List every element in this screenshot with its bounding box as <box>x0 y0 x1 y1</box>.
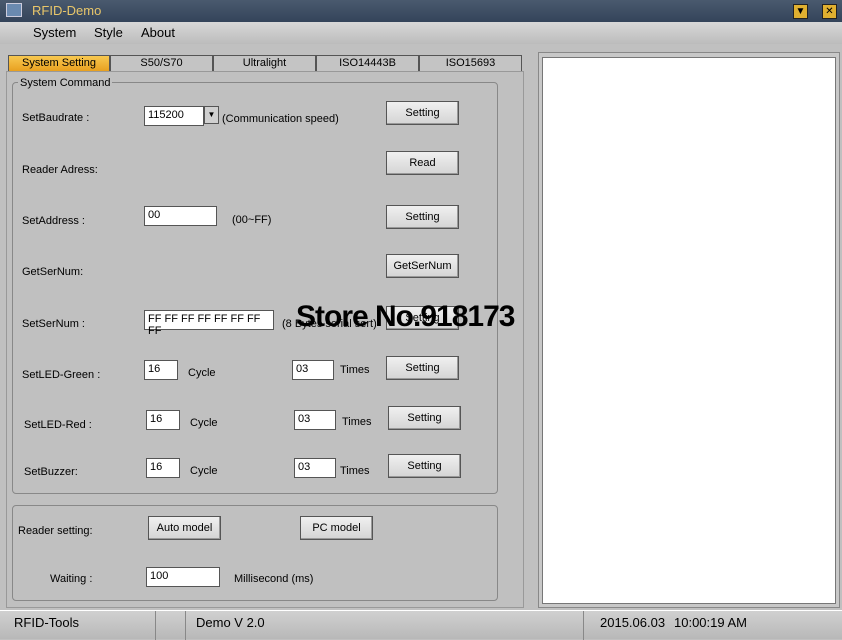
close-button[interactable]: ✕ <box>822 4 837 19</box>
system-command-group <box>12 82 498 494</box>
buzzer-cycle-label: Cycle <box>190 465 218 477</box>
divider <box>583 611 584 640</box>
set-buzzer-button[interactable]: Setting <box>388 454 461 478</box>
waiting-unit: Millisecond (ms) <box>234 573 314 585</box>
led-green-times-input[interactable]: 03 <box>292 360 334 380</box>
reader-setting-group <box>12 505 498 601</box>
set-led-green-button[interactable]: Setting <box>386 356 459 380</box>
led-green-times-label: Times <box>340 364 370 376</box>
led-red-times-label: Times <box>342 416 372 428</box>
address-input[interactable]: 00 <box>144 206 217 226</box>
waiting-input[interactable]: 100 <box>146 567 220 587</box>
sernum-input[interactable]: FF FF FF FF FF FF FF FF <box>144 310 274 337</box>
tab-s50-s70[interactable]: S50/S70 <box>110 55 213 72</box>
buzzer-times-label: Times <box>340 465 370 477</box>
baudrate-select[interactable]: 115200 <box>144 106 204 126</box>
set-led-red-button[interactable]: Setting <box>388 406 461 430</box>
led-green-label: SetLED-Green : <box>22 369 101 381</box>
divider <box>155 611 156 640</box>
set-address-label: SetAddress : <box>22 215 85 227</box>
led-red-cycle-input[interactable]: 16 <box>146 410 180 430</box>
reader-setting-label: Reader setting: <box>18 525 93 537</box>
app-icon <box>6 3 22 17</box>
address-hint: (00~FF) <box>232 214 272 226</box>
waiting-label: Waiting : <box>50 573 93 585</box>
get-sernum-label: GetSerNum: <box>22 266 84 278</box>
status-version: Demo V 2.0 <box>196 615 265 630</box>
status-date: 2015.06.03 <box>600 615 666 630</box>
chevron-down-icon[interactable]: ▼ <box>204 106 219 124</box>
set-baudrate-button[interactable]: Setting <box>386 101 459 125</box>
minimize-button[interactable]: ▼ <box>793 4 808 19</box>
reader-address-label: Reader Adress: <box>22 164 98 176</box>
led-green-cycle-input[interactable]: 16 <box>144 360 178 380</box>
menu-about[interactable]: About <box>141 25 175 40</box>
led-red-cycle-label: Cycle <box>190 417 218 429</box>
system-command-legend: System Command <box>18 77 113 89</box>
tab-iso14443b[interactable]: ISO14443B <box>316 55 419 72</box>
buzzer-times-input[interactable]: 03 <box>294 458 336 478</box>
led-red-label: SetLED-Red : <box>24 419 92 431</box>
output-log[interactable] <box>542 57 836 604</box>
status-bar: RFID-Tools Demo V 2.0 2015.06.03 10:00:1… <box>0 610 842 640</box>
tab-iso15693[interactable]: ISO15693 <box>419 55 522 72</box>
status-app: RFID-Tools <box>14 615 80 630</box>
menu-bar: System Style About <box>0 22 842 44</box>
title-bar: RFID-Demo ▼ ✕ <box>0 0 842 22</box>
status-time: 10:00:19 AM <box>674 615 747 630</box>
led-red-times-input[interactable]: 03 <box>294 410 336 430</box>
baudrate-hint: (Communication speed) <box>222 113 339 125</box>
get-sernum-button[interactable]: GetSerNum <box>386 254 459 278</box>
watermark: Store No.918173 <box>296 300 515 333</box>
read-address-button[interactable]: Read <box>386 151 459 175</box>
buzzer-label: SetBuzzer: <box>24 466 78 478</box>
menu-system[interactable]: System <box>33 25 76 40</box>
divider <box>185 611 186 640</box>
led-green-cycle-label: Cycle <box>188 367 216 379</box>
window-title: RFID-Demo <box>32 3 102 18</box>
tab-ultralight[interactable]: Ultralight <box>213 55 316 72</box>
buzzer-cycle-input[interactable]: 16 <box>146 458 180 478</box>
pc-model-button[interactable]: PC model <box>300 516 373 540</box>
baudrate-label: SetBaudrate : <box>22 112 90 124</box>
menu-style[interactable]: Style <box>94 25 123 40</box>
tab-system-setting[interactable]: System Setting <box>8 55 110 72</box>
set-address-button[interactable]: Setting <box>386 205 459 229</box>
set-sernum-label: SetSerNum : <box>22 318 85 330</box>
auto-model-button[interactable]: Auto model <box>148 516 221 540</box>
